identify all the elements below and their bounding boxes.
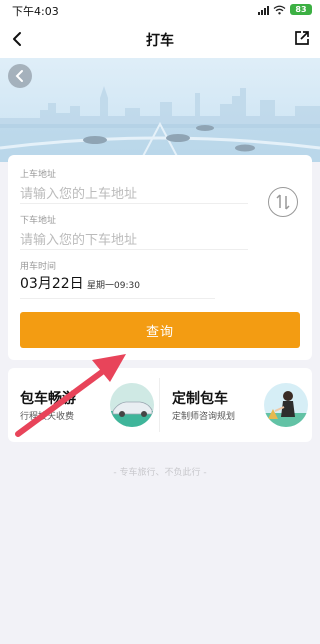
query-button[interactable]: 查询	[20, 312, 300, 348]
wifi-icon	[273, 5, 286, 14]
divider	[20, 298, 215, 299]
status-icons: 83	[258, 4, 312, 15]
car-image	[110, 383, 154, 427]
signal-icon	[258, 5, 269, 15]
page-title: 打车	[146, 33, 174, 49]
service-subtitle: 行程按天收费	[20, 412, 75, 422]
back-icon	[15, 70, 23, 82]
divider	[20, 249, 248, 250]
status-bar: 下午4:03 83	[0, 0, 320, 20]
weekday-time[interactable]: 星期一09:30	[87, 278, 140, 291]
status-time: 下午4:03	[12, 5, 59, 18]
swap-address-button[interactable]	[268, 187, 298, 217]
service-card: 包车畅游 行程按天收费 定制包车 定制师咨询规划	[8, 368, 312, 442]
pickup-label: 上车地址	[20, 170, 57, 180]
banner-back-button[interactable]	[8, 64, 32, 88]
service-title: 定制包车	[172, 391, 228, 407]
city-banner	[0, 58, 320, 162]
ride-form-card: 上车地址 请输入您的上车地址 下车地址 请输入您的下车地址 用车时间 03月22…	[8, 155, 312, 360]
service-title: 包车畅游	[20, 391, 76, 407]
service-subtitle: 定制师咨询规划	[172, 412, 236, 422]
nav-bar: 打车	[0, 20, 320, 58]
swap-icon	[276, 194, 290, 210]
time-label: 用车时间	[20, 262, 57, 272]
share-icon[interactable]	[293, 29, 311, 47]
battery-icon: 83	[290, 4, 312, 15]
city-skyline-illustration	[0, 86, 320, 162]
divider	[20, 203, 248, 204]
dropoff-label: 下车地址	[20, 216, 57, 226]
date-value[interactable]: 03月22日	[20, 273, 84, 293]
pickup-input[interactable]: 请输入您的上车地址	[20, 183, 137, 202]
slogan-text: - 专车旅行、不负此行 -	[113, 468, 207, 478]
dropoff-input[interactable]: 请输入您的下车地址	[20, 229, 137, 248]
divider	[159, 378, 160, 432]
traveler-image	[264, 383, 308, 427]
